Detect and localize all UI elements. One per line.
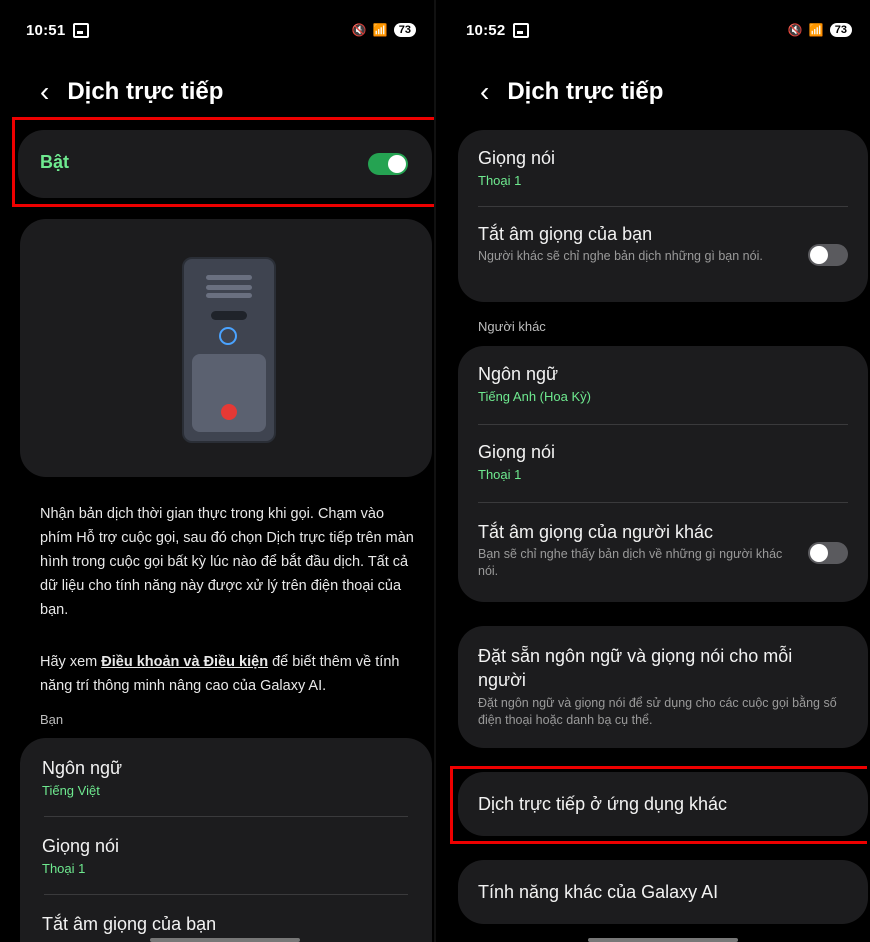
mute-other-toggle[interactable] [808,542,848,564]
other-settings-card: Ngôn ngữ Tiếng Anh (Hoa Kỳ) Giọng nói Th… [458,346,868,602]
mute-you-row[interactable]: Tắt âm giọng của bạn Người khác sẽ chỉ n… [478,224,788,265]
mute-icon-right: 🔇 [787,23,803,37]
status-time: 10:51 [26,21,66,39]
mute-you-toggle[interactable] [808,244,848,266]
wifi-icon: 📶 [372,23,388,37]
page-header-right: ‹ Dịch trực tiếp [480,78,663,106]
battery-icon: 73 [393,23,416,37]
mute-other-row[interactable]: Tắt âm giọng của người khác Bạn sẽ chỉ n… [478,522,788,580]
back-icon-right[interactable]: ‹ [480,78,489,106]
you-settings-card: Ngôn ngữ Tiếng Việt Giọng nói Thoại 1 Tắ… [20,738,432,942]
mute-icon: 🔇 [351,23,367,37]
section-other-label: Người khác [478,319,546,334]
page-title: Dịch trực tiếp [67,78,224,105]
preset-desc: Đặt ngôn ngữ và giọng nói để sử dụng cho… [478,696,837,727]
other-language-row[interactable]: Ngôn ngữ Tiếng Anh (Hoa Kỳ) [478,364,591,404]
status-time-right: 10:52 [466,21,506,39]
page-title-right: Dịch trực tiếp [507,78,664,105]
description-text: Nhận bản dịch thời gian thực trong khi g… [40,506,414,618]
terms-link[interactable]: Điều khoản và Điều kiện [101,654,268,670]
image-notification-icon [73,22,90,38]
section-you-label: Bạn [40,712,64,727]
you-voice-row[interactable]: Giọng nói Thoại 1 [42,836,119,876]
status-bar: 10:51 🔇 📶 73 [26,20,416,40]
terms-text: Hãy xem Điều khoản và Điều kiện để biết … [40,654,400,694]
end-call-icon [221,404,237,420]
highlight-box-right [450,766,867,844]
back-icon[interactable]: ‹ [40,78,49,106]
left-screen: 10:51 🔇 📶 73 ‹ Dịch trực tiếp Bật Nhận b… [0,0,436,942]
page-header: ‹ Dịch trực tiếp [40,78,223,106]
preset-card[interactable]: Đặt sẵn ngôn ngữ và giọng nói cho mỗi ng… [458,626,868,748]
you-voice-card: Giọng nói Thoại 1 Tắt âm giọng của bạn N… [458,130,868,302]
more-ai-row[interactable]: Tính năng khác của Galaxy AI [458,860,868,924]
wifi-icon-right: 📶 [808,23,824,37]
home-indicator-right [588,938,738,942]
phone-illustration [182,257,276,443]
you-mute-row[interactable]: Tắt âm giọng của bạn [42,914,216,935]
highlight-box [12,117,434,207]
home-indicator [150,938,300,942]
you-language-row[interactable]: Ngôn ngữ Tiếng Việt [42,758,122,798]
status-bar-right: 10:52 🔇 📶 73 [466,20,852,40]
image-notification-icon-right [513,22,530,38]
right-screen: 10:52 🔇 📶 73 ‹ Dịch trực tiếp Giọng nói … [436,0,870,942]
preset-title: Đặt sẵn ngôn ngữ và giọng nói cho mỗi ng… [478,646,793,690]
you-voice-row-right[interactable]: Giọng nói Thoại 1 [478,148,555,188]
other-voice-row[interactable]: Giọng nói Thoại 1 [478,442,555,482]
translate-icon [219,327,237,345]
battery-icon-right: 73 [829,23,852,37]
